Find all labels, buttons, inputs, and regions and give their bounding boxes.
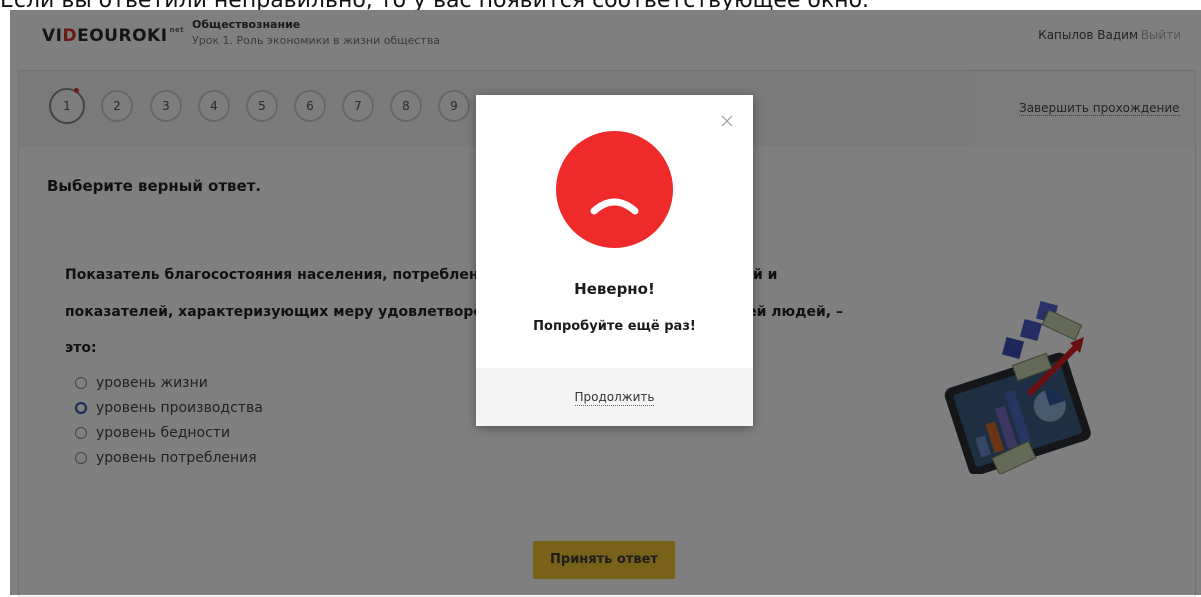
continue-button[interactable]: Продолжить <box>476 390 753 406</box>
sad-face-icon <box>556 131 673 248</box>
modal-footer: Продолжить <box>476 368 753 426</box>
modal-title: Неверно! <box>574 280 655 298</box>
close-icon[interactable] <box>721 115 733 127</box>
continue-label: Продолжить <box>574 390 655 406</box>
result-modal: Неверно! Попробуйте ещё раз! Продолжить <box>476 95 753 426</box>
modal-subtitle: Попробуйте ещё раз! <box>533 319 696 334</box>
